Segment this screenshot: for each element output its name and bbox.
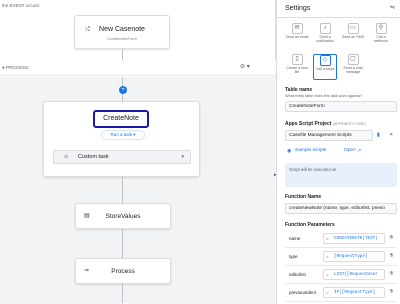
bell-icon: ♪ bbox=[319, 23, 331, 34]
storevalues-title: StoreValues bbox=[105, 213, 141, 220]
task-icon: ⊙ bbox=[64, 154, 69, 160]
tile-label: Create a new file bbox=[286, 66, 308, 74]
expression-icon: = bbox=[326, 290, 329, 295]
event-node-title: New Casenote bbox=[99, 26, 145, 33]
project-label-text: Apps Script Project bbox=[285, 121, 332, 127]
task-type-label: Custom task bbox=[78, 154, 109, 160]
function-params-label: Function Parameters bbox=[285, 222, 335, 228]
process-step-card[interactable]: ⇒ Process bbox=[75, 258, 171, 284]
param-name: name bbox=[289, 236, 301, 241]
tile-send-email[interactable]: ✉ Send an email bbox=[285, 23, 309, 49]
expression-icon: = bbox=[326, 272, 329, 277]
param-row: name CONCATENATE(TEXT( = ⚗ bbox=[285, 230, 397, 248]
project-field[interactable]: Casefile Management Scripts bbox=[285, 130, 373, 141]
settings-panel: Settings ⇋ ✉ Send an email ♪ Send a noti… bbox=[276, 0, 400, 304]
add-step-icon[interactable]: + bbox=[119, 86, 127, 94]
tile-label: Send a chat message bbox=[343, 66, 363, 74]
script-icon: ◇ bbox=[319, 55, 331, 66]
tile-label: Send an SMS bbox=[341, 35, 365, 39]
param-name: type bbox=[289, 254, 298, 259]
project-badge: (APPSHEET CORE) bbox=[332, 122, 366, 126]
run-task-label: Run a task bbox=[110, 132, 132, 137]
tile-label: Call a webhook bbox=[373, 35, 389, 43]
panel-toggle-button[interactable]: ⇋ bbox=[390, 4, 395, 11]
panel-header: Settings ⇋ bbox=[277, 0, 400, 18]
param-value[interactable]: LIST([RequestUser bbox=[323, 269, 385, 280]
process-bar: ● PROCESS: ⊘ ▾ bbox=[0, 60, 276, 76]
process-label: ● PROCESS: bbox=[2, 65, 30, 70]
open-project-link[interactable]: Open bbox=[344, 148, 356, 153]
param-value[interactable]: CONCATENATE(TEXT( bbox=[323, 233, 385, 244]
flask-icon[interactable]: ⚗ bbox=[389, 235, 393, 241]
sms-icon: ▭ bbox=[347, 23, 359, 34]
webhook-icon: ⚲ bbox=[375, 23, 387, 34]
tile-label: Send a notification bbox=[316, 35, 334, 43]
table-name-hint: What entity table does this task work ag… bbox=[285, 94, 363, 98]
automation-canvas: the EVENT occurs: ⤮ New Casenote CreateN… bbox=[0, 0, 276, 304]
tile-label: Send an email bbox=[285, 35, 309, 39]
table-name-select[interactable]: CreateNoteForm bbox=[285, 101, 397, 112]
table-name-label: Table name bbox=[285, 87, 313, 93]
param-row: previousIdent IF([RequestType] = ⚗ bbox=[285, 284, 397, 302]
file-icon[interactable]: ▮ bbox=[377, 132, 380, 138]
execution-note: Script will be executed as bbox=[289, 167, 337, 172]
event-node-subtitle: CreateNoteForm bbox=[107, 36, 137, 41]
function-name-label: Function Name bbox=[285, 194, 322, 200]
app-root: the EVENT occurs: ⤮ New Casenote CreateN… bbox=[0, 0, 400, 304]
expression-icon: = bbox=[326, 254, 329, 259]
external-link-icon[interactable]: ↗ bbox=[357, 148, 361, 154]
panel-title: Settings bbox=[285, 5, 311, 12]
tile-send-sms[interactable]: ▭ Send an SMS bbox=[341, 23, 365, 49]
tile-create-file[interactable]: ▯ Create a new file bbox=[285, 54, 309, 80]
connector-line bbox=[122, 49, 123, 60]
task-type-select[interactable]: ⊙ Custom task ▾ bbox=[53, 150, 191, 164]
tile-call-webhook[interactable]: ⚲ Call a webhook bbox=[369, 23, 393, 49]
process-title: Process bbox=[111, 268, 135, 275]
run-task-button[interactable]: Run a task ▾ bbox=[101, 130, 145, 140]
tile-send-notification[interactable]: ♪ Send a notification bbox=[313, 23, 337, 49]
param-value[interactable]: [RequestType] bbox=[323, 251, 385, 262]
chat-icon: ▢ bbox=[347, 54, 359, 65]
sample-scripts-link[interactable]: Sample scripts bbox=[295, 148, 326, 153]
storevalues-step-card[interactable]: ▤ StoreValues bbox=[75, 203, 171, 229]
project-label: Apps Script Project (APPSHEET CORE) bbox=[285, 121, 366, 127]
tile-send-chat[interactable]: ▢ Send a chat message bbox=[341, 54, 365, 80]
code-icon: ◉ bbox=[287, 148, 292, 154]
tile-call-script[interactable]: ◇ Call a script bbox=[313, 54, 337, 80]
param-value[interactable]: IF([RequestType] bbox=[323, 287, 385, 298]
event-label: the EVENT occurs: bbox=[2, 3, 41, 8]
param-row: type [RequestType] = ⚗ bbox=[285, 248, 397, 266]
function-name-select[interactable]: createNewNote (name, type, editorlist, p… bbox=[285, 203, 397, 214]
flask-icon[interactable]: ⚗ bbox=[389, 253, 393, 259]
visibility-toggle-icon[interactable]: ⊘ ▾ bbox=[240, 63, 250, 70]
flask-icon[interactable]: ⚗ bbox=[389, 289, 393, 295]
chevron-down-icon: ▾ bbox=[181, 154, 184, 160]
step-name-input[interactable]: CreateNote bbox=[93, 110, 149, 128]
event-node[interactable]: ⤮ New Casenote CreateNoteForm bbox=[74, 15, 170, 49]
expression-icon: = bbox=[326, 236, 329, 241]
close-icon[interactable]: ✕ bbox=[389, 132, 393, 138]
param-row: editorlist LIST([RequestUser = ⚗ bbox=[285, 266, 397, 284]
execution-note-box: Script will be executed as bbox=[285, 163, 397, 187]
flask-icon[interactable]: ⚗ bbox=[389, 271, 393, 277]
tile-label: Call a script bbox=[315, 67, 335, 71]
mail-icon: ✉ bbox=[291, 23, 303, 34]
param-name: editorlist bbox=[289, 272, 306, 277]
file-icon: ▯ bbox=[291, 54, 303, 65]
param-name: previousIdent bbox=[289, 290, 317, 295]
